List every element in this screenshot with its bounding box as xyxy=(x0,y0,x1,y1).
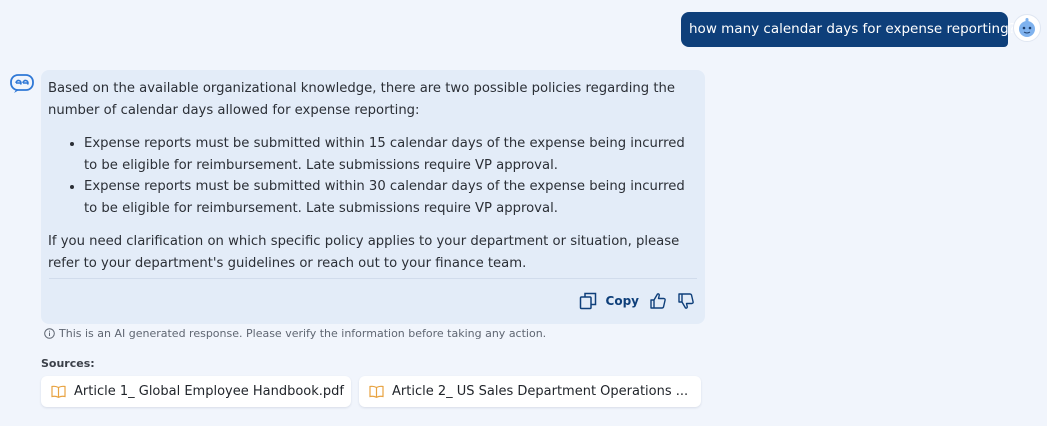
thumbs-up-icon xyxy=(650,293,666,309)
answer-divider xyxy=(49,278,697,279)
answer-bullet: Expense reports must be submitted within… xyxy=(84,133,697,176)
answer-body: Based on the available organizational kn… xyxy=(41,70,705,274)
user-avatar xyxy=(1013,14,1041,42)
assistant-answer-card: Based on the available organizational kn… xyxy=(41,70,705,324)
answer-bullet-list: Expense reports must be submitted within… xyxy=(48,133,697,219)
dislike-button[interactable] xyxy=(677,292,695,310)
source-title: Article 2_ US Sales Department Operation… xyxy=(392,384,689,399)
answer-intro: Based on the available organizational kn… xyxy=(48,81,675,118)
copy-icon xyxy=(579,292,596,310)
copy-button[interactable]: Copy xyxy=(579,292,639,310)
bot-logo-icon xyxy=(10,74,34,93)
thumbs-down-icon xyxy=(678,293,694,309)
user-message-bubble: how many calendar days for expense repor… xyxy=(681,12,1016,47)
ai-disclaimer: This is an AI generated response. Please… xyxy=(44,327,546,340)
like-button[interactable] xyxy=(649,292,667,310)
answer-outro: If you need clarification on which speci… xyxy=(48,234,680,271)
book-icon xyxy=(369,385,384,398)
source-chip[interactable]: Article 1_ Global Employee Handbook.pdf xyxy=(41,376,351,407)
robot-avatar-icon xyxy=(1019,18,1035,37)
source-title: Article 1_ Global Employee Handbook.pdf xyxy=(74,384,344,399)
user-message-text: how many calendar days for expense repor… xyxy=(689,21,1016,37)
source-chip[interactable]: Article 2_ US Sales Department Operation… xyxy=(359,376,701,407)
answer-bullet: Expense reports must be submitted within… xyxy=(84,176,697,219)
sources-label: Sources: xyxy=(41,357,95,370)
book-icon xyxy=(51,385,66,398)
info-icon xyxy=(44,328,55,339)
answer-actions: Copy xyxy=(579,288,695,314)
copy-label: Copy xyxy=(605,294,639,308)
disclaimer-text: This is an AI generated response. Please… xyxy=(59,327,547,340)
